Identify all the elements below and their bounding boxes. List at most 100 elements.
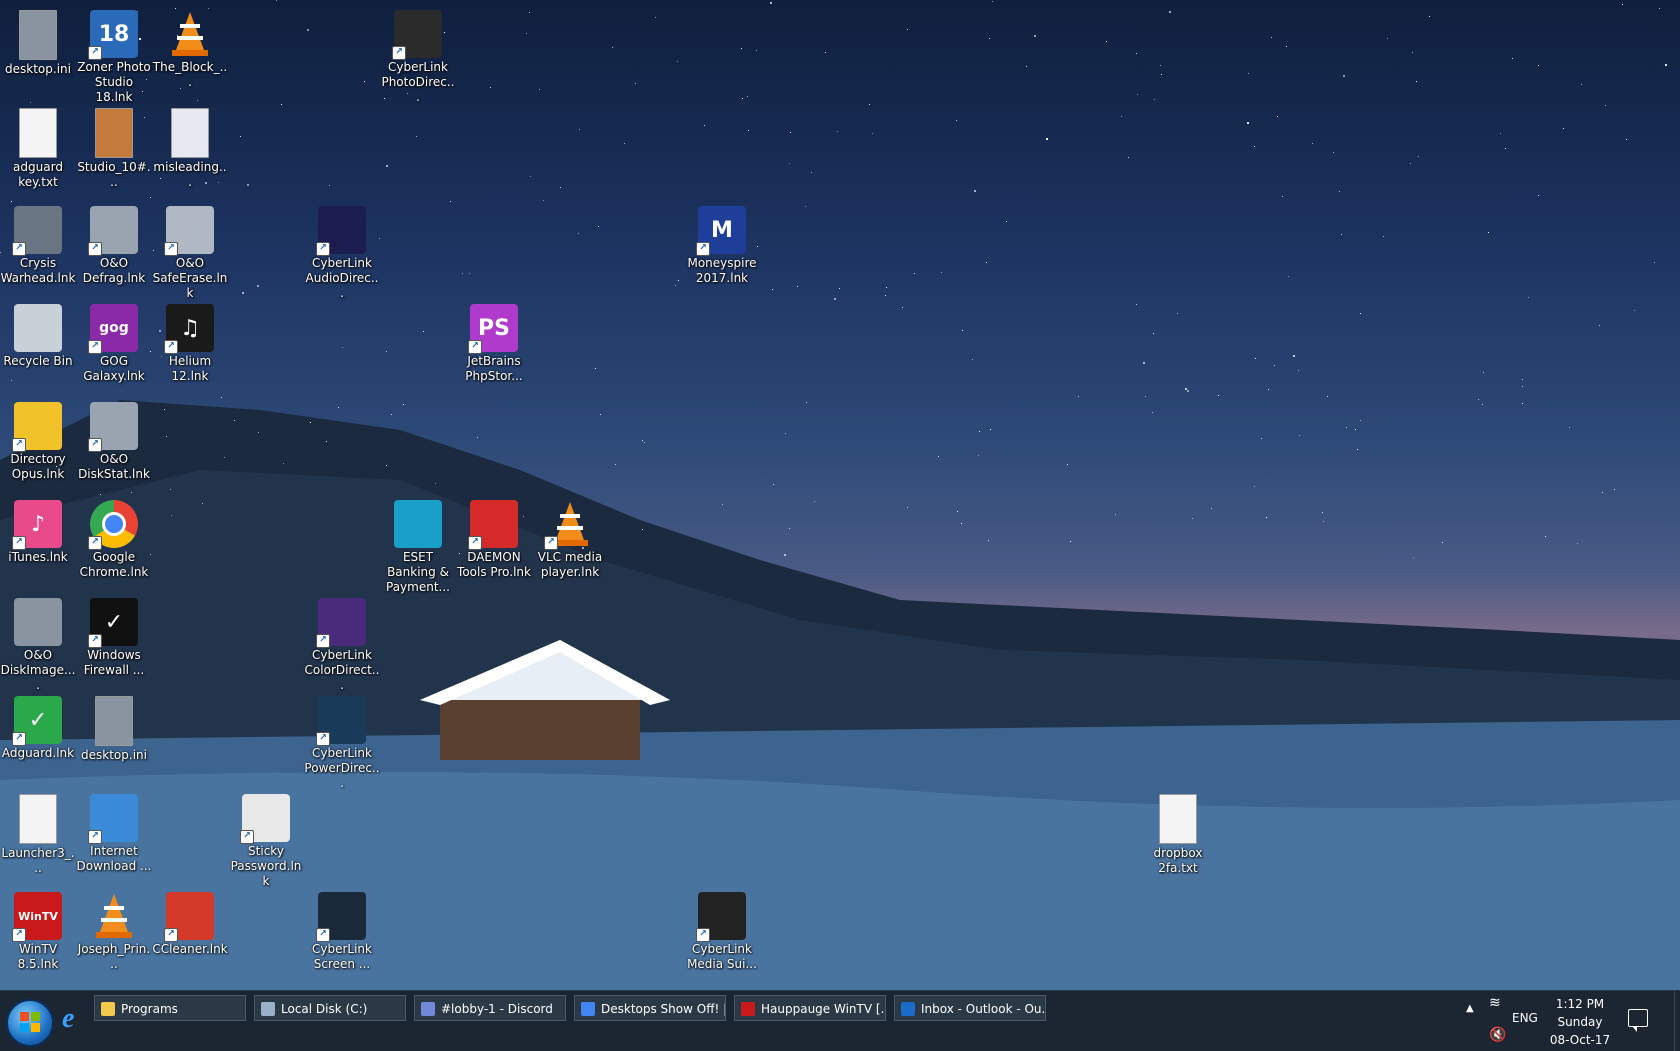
- desktop-icon[interactable]: misleading...: [152, 102, 228, 190]
- desktop-icon[interactable]: Joseph_Prin...: [76, 886, 152, 972]
- sticky-password-icon: ↗: [240, 794, 290, 844]
- clock-date: 08-Oct-17: [1549, 1033, 1611, 1047]
- shortcut-arrow-icon: ↗: [12, 536, 26, 550]
- desktop-icon[interactable]: ↗ O&O Defrag.lnk: [76, 200, 152, 286]
- desktop-icon[interactable]: desktop.ini: [0, 4, 76, 77]
- adguard-shield-icon: ✓ ↗: [12, 696, 62, 746]
- media-suite-icon: ↗: [696, 892, 746, 942]
- discord-icon: [421, 1002, 435, 1016]
- desktop-icon-label: CyberLink ColorDirect...: [304, 648, 380, 692]
- desktop-icon[interactable]: ✓ ↗ Windows Firewall ...: [76, 592, 152, 678]
- oo-defrag-icon: ↗: [88, 206, 138, 256]
- taskbar-button-label: Local Disk (C:): [281, 1002, 368, 1016]
- shortcut-arrow-icon: ↗: [88, 340, 102, 354]
- volume-muted-icon[interactable]: 🔇: [1489, 1027, 1506, 1043]
- desktop-icon-label: ESET Banking & Payment...: [386, 550, 450, 594]
- desktop-icon-label: adguard key.txt: [13, 160, 63, 189]
- system-clock[interactable]: 1:12 PM Sunday 08-Oct-17: [1540, 995, 1620, 1049]
- shortcut-arrow-icon: ↗: [88, 830, 102, 844]
- taskbar-button[interactable]: Programs: [94, 995, 246, 1021]
- desktop-icon[interactable]: ↗ O&O SafeErase.lnk: [152, 200, 228, 301]
- desktop-icon-label: Studio_10#...: [77, 160, 151, 189]
- desktop-icon[interactable]: desktop.ini: [76, 690, 152, 763]
- desktop-icon[interactable]: ♪ ↗ iTunes.lnk: [0, 494, 76, 565]
- clock-day: Sunday: [1557, 1015, 1603, 1029]
- taskbar-button[interactable]: Local Disk (C:): [254, 995, 406, 1021]
- shortcut-arrow-icon: ↗: [696, 242, 710, 256]
- desktop-icon-label: iTunes.lnk: [8, 550, 68, 564]
- desktop-icon[interactable]: ↗ CyberLink PowerDirec...: [304, 690, 380, 791]
- shortcut-arrow-icon: ↗: [544, 536, 558, 550]
- desktop-icon[interactable]: WinTV ↗ WinTV 8.5.lnk: [0, 886, 76, 972]
- desktop-icon[interactable]: Recycle Bin: [0, 298, 76, 369]
- network-icon[interactable]: ≋: [1489, 995, 1501, 1011]
- taskbar-button[interactable]: Desktops Show Off! |...: [574, 995, 726, 1021]
- desktop-icon[interactable]: ↗ O&O DiskStat.lnk: [76, 396, 152, 482]
- desktop-icon-label: Recycle Bin: [3, 354, 73, 368]
- icon-glyph: ♫: [180, 315, 200, 341]
- desktop-icon-label: The_Block_...: [152, 60, 228, 89]
- edge-browser-icon[interactable]: e: [62, 1005, 90, 1033]
- desktop-icon[interactable]: PS ↗ JetBrains PhpStor...: [456, 298, 532, 384]
- desktop-icon[interactable]: ↗ VLC media player.lnk: [532, 494, 608, 580]
- desktop-icon-label: dropbox 2fa.txt: [1153, 846, 1203, 875]
- taskbar-button[interactable]: #lobby-1 - Discord: [414, 995, 566, 1021]
- icon-glyph: ✓: [104, 609, 124, 635]
- desktop-icon[interactable]: ↗ CyberLink Media Sui...: [684, 886, 760, 972]
- taskbar-button[interactable]: Inbox - Outlook - Ou...: [894, 995, 1046, 1021]
- desktop-icon[interactable]: ESET Banking & Payment...: [380, 494, 456, 595]
- desktop-icon[interactable]: ↗ Sticky Password.lnk: [228, 788, 304, 889]
- shortcut-arrow-icon: ↗: [12, 928, 26, 942]
- action-center-icon[interactable]: [1628, 1009, 1648, 1032]
- desktop-icon[interactable]: The_Block_...: [152, 4, 228, 90]
- desktop-icon[interactable]: ↗ Internet Download ...: [76, 788, 152, 874]
- desktop-icon[interactable]: ↗ CyberLink AudioDirec...: [304, 200, 380, 301]
- show-hidden-icons-chevron-icon[interactable]: ▲: [1466, 1003, 1474, 1014]
- desktop-icon[interactable]: gog ↗ GOG Galaxy.lnk: [76, 298, 152, 384]
- input-language-indicator[interactable]: ENG: [1512, 1011, 1538, 1025]
- text-file-icon: [19, 108, 57, 158]
- chrome-icon: ↗: [88, 500, 138, 550]
- taskbar-button[interactable]: Hauppauge WinTV [...: [734, 995, 886, 1021]
- desktop-icon-label: JetBrains PhpStor...: [465, 354, 523, 383]
- desktop-icon[interactable]: ↗ DAEMON Tools Pro.lnk: [456, 494, 532, 580]
- icon-glyph: ♪: [30, 511, 46, 537]
- desktop-icon-label: Launcher3_...: [1, 846, 75, 875]
- zoner-icon: 18 ↗: [88, 10, 138, 60]
- start-button[interactable]: [6, 999, 54, 1047]
- desktop-icon[interactable]: ↗ Crysis Warhead.lnk: [0, 200, 76, 286]
- desktop-icon-label: CyberLink Screen ...: [312, 942, 372, 971]
- outlook-icon: [901, 1002, 915, 1016]
- desktop-icon[interactable]: ✓ ↗ Adguard.lnk: [0, 690, 76, 761]
- icon-glyph: PS: [478, 315, 510, 341]
- desktop-icon[interactable]: ↗ CyberLink PhotoDirec...: [380, 4, 456, 105]
- desktop-icon[interactable]: ↗ CCleaner.lnk: [152, 886, 228, 957]
- desktop-icon[interactable]: ↗ Google Chrome.lnk: [76, 494, 152, 580]
- phpstorm-icon: PS ↗: [468, 304, 518, 354]
- desktop-icon[interactable]: Launcher3_...: [0, 788, 76, 876]
- desktop-icon-label: CyberLink Media Sui...: [687, 942, 757, 971]
- desktop-icon[interactable]: O&O DiskImage....: [0, 592, 76, 693]
- desktop-icon[interactable]: ♫ ↗ Helium 12.lnk: [152, 298, 228, 384]
- shortcut-arrow-icon: ↗: [88, 536, 102, 550]
- show-desktop-button[interactable]: [1674, 991, 1680, 1051]
- desktop-icon[interactable]: ↗ Directory Opus.lnk: [0, 396, 76, 482]
- desktop-icon-label: desktop.ini: [81, 748, 147, 762]
- desktop-icon[interactable]: Studio_10#...: [76, 102, 152, 190]
- desktop-icon[interactable]: 18 ↗ Zoner Photo Studio 18.lnk: [76, 4, 152, 105]
- taskbar-button-label: Inbox - Outlook - Ou...: [921, 1002, 1046, 1016]
- desktop-icon-label: CyberLink PhotoDirec...: [381, 60, 455, 104]
- desktop-icon-label: CyberLink AudioDirec...: [305, 256, 379, 300]
- desktop-icon[interactable]: dropbox 2fa.txt: [1140, 788, 1216, 876]
- shortcut-arrow-icon: ↗: [468, 340, 482, 354]
- desktop-icon-label: WinTV 8.5.lnk: [17, 942, 59, 971]
- firewall-check-icon: ✓ ↗: [88, 598, 138, 648]
- desktop-icon[interactable]: adguard key.txt: [0, 102, 76, 190]
- wintv-icon: WinTV ↗: [12, 892, 62, 942]
- desktop-icon[interactable]: M ↗ Moneyspire 2017.lnk: [684, 200, 760, 286]
- desktop-icon-label: misleading...: [153, 160, 227, 189]
- desktop-icon[interactable]: ↗ CyberLink ColorDirect...: [304, 592, 380, 693]
- desktop-icon[interactable]: ↗ CyberLink Screen ...: [304, 886, 380, 972]
- vlc-cone-icon: [90, 892, 138, 940]
- powerdirector-icon: ↗: [316, 696, 366, 746]
